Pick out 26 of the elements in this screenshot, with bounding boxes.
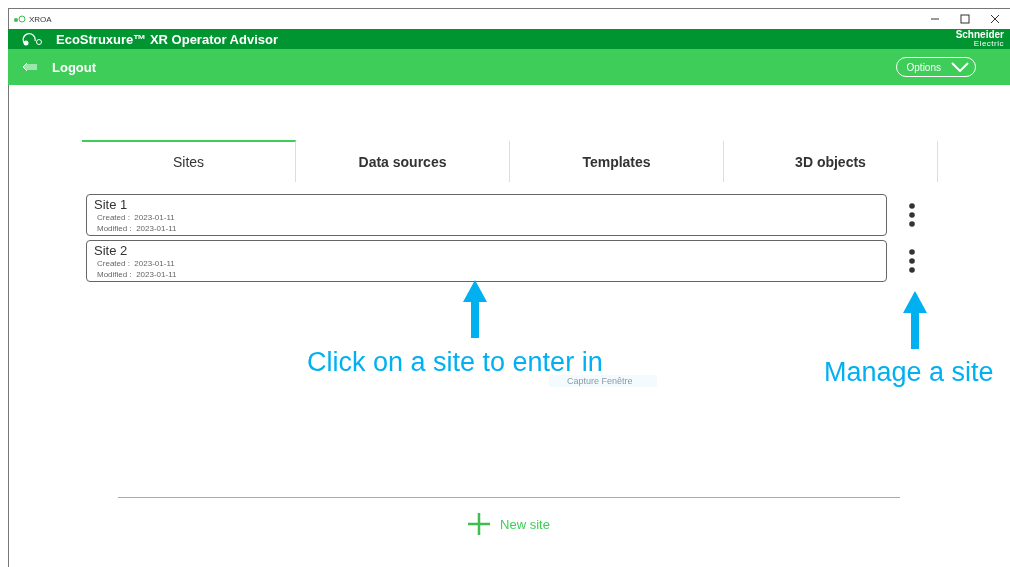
site-name: Site 2 xyxy=(94,244,129,257)
annotation-text: Manage a site xyxy=(824,357,994,388)
created-date: Created : 2023-01-11 xyxy=(96,212,176,223)
window-title: XROA xyxy=(29,14,52,24)
more-options-icon[interactable] xyxy=(909,249,915,273)
site-card[interactable]: Site 2 Created : 2023-01-11 Modified : 2023-01-11 xyxy=(86,240,887,282)
app-logo-icon xyxy=(22,32,44,46)
site-card[interactable]: Site 1 Created : 2023-01-11 Modified : 2023-01-11 xyxy=(86,194,887,236)
tooltip: Capture Fenêtre xyxy=(549,375,657,387)
arrow-annotation xyxy=(463,280,487,338)
more-options-icon[interactable] xyxy=(909,203,915,227)
tab[interactable]: Sites xyxy=(82,140,296,182)
app-title: EcoStruxure™ XR Operator Advisor xyxy=(56,31,278,47)
maximize-icon[interactable] xyxy=(960,14,970,24)
close-icon[interactable] xyxy=(990,14,1000,24)
plus-icon xyxy=(468,513,491,535)
modified-date: Modified : 2023-01-11 xyxy=(96,269,178,280)
back-arrow-icon xyxy=(22,62,38,72)
chevron-down-icon xyxy=(951,62,969,72)
annotation-text: Click on a site to enter in xyxy=(307,347,603,377)
modified-date: Modified : 2023-01-11 xyxy=(96,223,178,234)
created-date: Created : 2023-01-11 xyxy=(96,258,176,269)
brand-logo: Schneider Electric xyxy=(955,30,1004,48)
arrow-annotation xyxy=(903,291,927,349)
app-logo-icon xyxy=(13,15,27,23)
site-name: Site 1 xyxy=(94,198,129,211)
